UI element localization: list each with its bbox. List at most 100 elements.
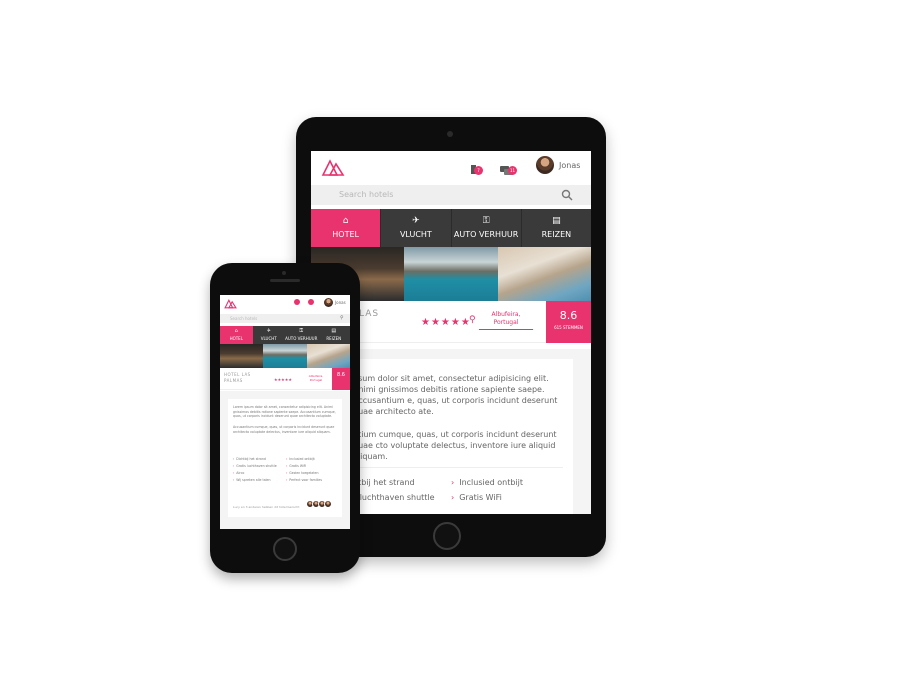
map-icon: ▤ <box>331 328 337 334</box>
review-score: 8.6 <box>559 309 578 322</box>
star-rating: ★★★★★ <box>274 377 292 382</box>
chevron-right-icon: › <box>286 464 288 468</box>
feature-item: › Gratis WiFi <box>286 464 306 468</box>
tab-label: REIZEN <box>541 230 572 239</box>
feature-label: Perfect voor families <box>289 478 323 482</box>
tab-label: AUTO VERHUUR <box>285 336 318 341</box>
hotel-photo[interactable] <box>497 247 591 301</box>
feature-item: › Gezien toegelaten <box>286 471 318 475</box>
chevron-right-icon: › <box>233 471 235 475</box>
review-count: 615 STEMMEN <box>554 325 583 330</box>
feature-label: Gratis luchthaven shuttle <box>236 464 277 468</box>
description-text: Accusantium cumque, quas, ut corporis in… <box>233 425 335 434</box>
description-text: psum dolor sit amet, consectetur adipisi… <box>353 374 558 416</box>
phone-camera <box>282 271 286 275</box>
search-input[interactable]: Search hotels <box>230 316 257 321</box>
hotel-name: LAS <box>359 309 380 319</box>
hotel-photo[interactable] <box>306 344 350 368</box>
tablet-home-button <box>433 522 461 550</box>
feature-label: Gratis WiFi <box>289 464 307 468</box>
phone-device: Jonas Search hotels ⚲ ⌂ HOTEL ✈ VLUCHT ⚿ AU… <box>210 263 360 573</box>
tablet-camera <box>447 131 453 137</box>
feature-label: Airco <box>236 471 245 475</box>
tab-label: AUTO VERHUUR <box>453 230 519 239</box>
notification-badge: 7 <box>474 166 483 175</box>
feature-label: Gezien toegelaten <box>289 471 319 475</box>
home-icon: ⌂ <box>342 216 349 226</box>
messages-icon[interactable] <box>308 299 314 305</box>
tab-label: VLUCHT <box>399 230 432 239</box>
feature-item: › Inclusied ontbijt <box>286 457 315 461</box>
chevron-right-icon: › <box>233 464 235 468</box>
feature-label: Inclusied ontbijt <box>459 478 524 487</box>
top-bar: 7 11 Jonas <box>311 151 591 185</box>
feature-item: s luchthaven shuttle <box>353 493 435 502</box>
search-input[interactable]: Search hotels <box>339 190 393 199</box>
star-rating: ★★★★★ <box>421 317 471 328</box>
description-text: ntium cumque, quas, ut corporis incidunt… <box>353 430 557 461</box>
review-score: 8.6 <box>337 372 345 378</box>
search-bar: Search hotels <box>311 185 591 205</box>
hotel-photo[interactable] <box>404 247 498 301</box>
user-name[interactable]: Jonas <box>335 300 346 305</box>
feature-item: › Inclusied ontbijt <box>451 478 523 487</box>
feature-item: › Airco <box>233 471 244 475</box>
hotel-photo[interactable] <box>220 344 264 368</box>
divider <box>353 467 563 468</box>
plane-icon: ✈ <box>266 328 271 334</box>
user-name[interactable]: Jonas <box>559 161 580 170</box>
phone-screen: Jonas Search hotels ⚲ ⌂ HOTEL ✈ VLUCHT ⚿ AU… <box>220 295 350 529</box>
logo-icon[interactable] <box>224 298 237 309</box>
chevron-right-icon: › <box>286 457 288 461</box>
notifications-icon[interactable] <box>294 299 300 305</box>
messages-icon[interactable]: 11 <box>499 161 517 180</box>
tab-reizen[interactable]: ▤ REIZEN <box>522 209 591 247</box>
review-score-badge[interactable]: 8.6 <box>332 368 350 390</box>
tab-label: VLUCHT <box>260 336 277 341</box>
home-icon: ⌂ <box>234 328 238 334</box>
feature-item: › Wij spreken alle talen <box>233 478 271 482</box>
key-icon: ⚿ <box>299 328 304 334</box>
hotel-photo[interactable] <box>263 344 307 368</box>
hotel-location-link[interactable]: Albufeira, Portugal <box>479 311 533 330</box>
search-bar: Search hotels ⚲ <box>220 314 350 323</box>
tab-vlucht[interactable]: ✈ VLUCHT <box>381 209 452 247</box>
hotel-description-card: psum dolor sit amet, consectetur adipisi… <box>333 359 573 514</box>
visitors-note: Lucy en 3 anderen hebben dit hotel bezoc… <box>233 505 300 509</box>
chevron-right-icon: › <box>451 493 455 502</box>
chevron-right-icon: › <box>233 457 235 461</box>
feature-label: s luchthaven shuttle <box>353 493 435 502</box>
feature-label: ntbij het strand <box>353 478 415 487</box>
feature-item: › Dichtbij het strand <box>233 457 266 461</box>
location-pin-icon: ⚲ <box>469 315 476 325</box>
tab-reizen[interactable]: ▤ REIZEN <box>318 326 351 344</box>
user-avatar[interactable] <box>536 156 554 174</box>
feature-label: Wij spreken alle talen <box>236 478 271 482</box>
tab-hotel[interactable]: ⌂ HOTEL <box>311 209 382 247</box>
description-text: Lorem ipsum dolor sit amet, consectetur … <box>233 405 336 419</box>
chevron-right-icon: › <box>451 478 455 487</box>
visitor-avatars[interactable] <box>306 500 332 508</box>
chevron-right-icon: › <box>286 471 288 475</box>
search-icon[interactable]: ⚲ <box>340 315 344 321</box>
tab-auto-verhuur[interactable]: ⚿ AUTO VERHUUR <box>285 326 318 344</box>
feature-item: › Gratis WiFi <box>451 493 502 502</box>
hotel-location-link[interactable]: Albufeira, Portugal <box>304 374 328 382</box>
tab-label: REIZEN <box>326 336 342 341</box>
user-avatar[interactable] <box>324 298 333 307</box>
device-mockup-stage: 7 11 Jonas Search hotels ⌂ HOTEL ✈ VLUCH… <box>0 0 900 675</box>
review-score-badge[interactable]: 8.6 615 STEMMEN <box>546 301 591 343</box>
content-area: Lorem ipsum dolor sit amet, consectetur … <box>220 391 350 529</box>
chevron-right-icon: › <box>286 478 288 482</box>
tab-auto-verhuur[interactable]: ⚿ AUTO VERHUUR <box>452 209 522 247</box>
tab-hotel[interactable]: ⌂ HOTEL <box>220 326 253 344</box>
notifications-icon[interactable]: 7 <box>469 161 483 180</box>
logo-icon[interactable] <box>321 157 345 177</box>
avatar <box>324 500 332 508</box>
search-icon[interactable] <box>561 189 573 201</box>
tab-vlucht[interactable]: ✈ VLUCHT <box>253 326 286 344</box>
feature-item: › Gratis luchthaven shuttle <box>233 464 277 468</box>
messages-badge: 11 <box>508 166 517 175</box>
phone-speaker <box>270 279 300 282</box>
feature-label: Dichtbij het strand <box>236 457 266 461</box>
